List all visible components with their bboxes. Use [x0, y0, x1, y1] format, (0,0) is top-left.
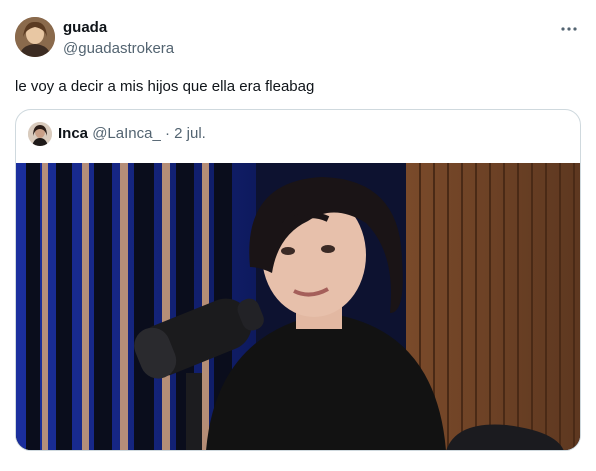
- quoted-meta: Inca @LaInca_ · 2 jul.: [58, 125, 206, 143]
- quoted-media-photo[interactable]: [16, 163, 580, 450]
- quoted-date[interactable]: 2 jul.: [174, 125, 206, 142]
- quoted-tweet[interactable]: Inca @LaInca_ · 2 jul.: [15, 109, 581, 451]
- more-horizontal-icon[interactable]: [559, 19, 579, 39]
- quoted-author-avatar[interactable]: [28, 122, 52, 146]
- author-name[interactable]: guada: [63, 19, 107, 36]
- separator-dot: ·: [164, 125, 170, 142]
- tweet-text: le voy a decir a mis hijos que ella era …: [15, 78, 315, 95]
- quoted-author-handle[interactable]: @LaInca_: [92, 125, 161, 142]
- author-handle[interactable]: @guadastrokera: [63, 40, 174, 57]
- quoted-author-name[interactable]: Inca: [58, 125, 88, 142]
- tweet[interactable]: guada @guadastrokera le voy a decir a mi…: [0, 0, 596, 471]
- author-avatar[interactable]: [15, 17, 55, 57]
